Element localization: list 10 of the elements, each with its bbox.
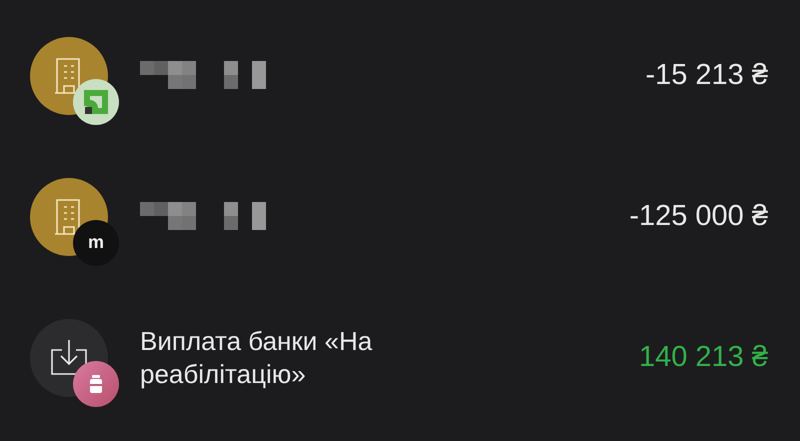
bank-logo-badge (73, 78, 119, 124)
transaction-amount: 140 213 ₴ (638, 341, 768, 374)
transaction-row[interactable]: -15 213 ₴ (0, 5, 800, 146)
transaction-name: Виплата банки «На реабілітацію» (140, 324, 374, 390)
transaction-row[interactable]: m -125 000 ₴ (0, 146, 800, 287)
transaction-amount: -15 213 ₴ (645, 59, 768, 92)
letter-badge: m (73, 220, 119, 266)
transaction-amount: -125 000 ₴ (629, 200, 768, 233)
jar-badge (73, 360, 119, 406)
transaction-row[interactable]: Виплата банки «На реабілітацію» 140 213 ₴ (0, 287, 800, 428)
